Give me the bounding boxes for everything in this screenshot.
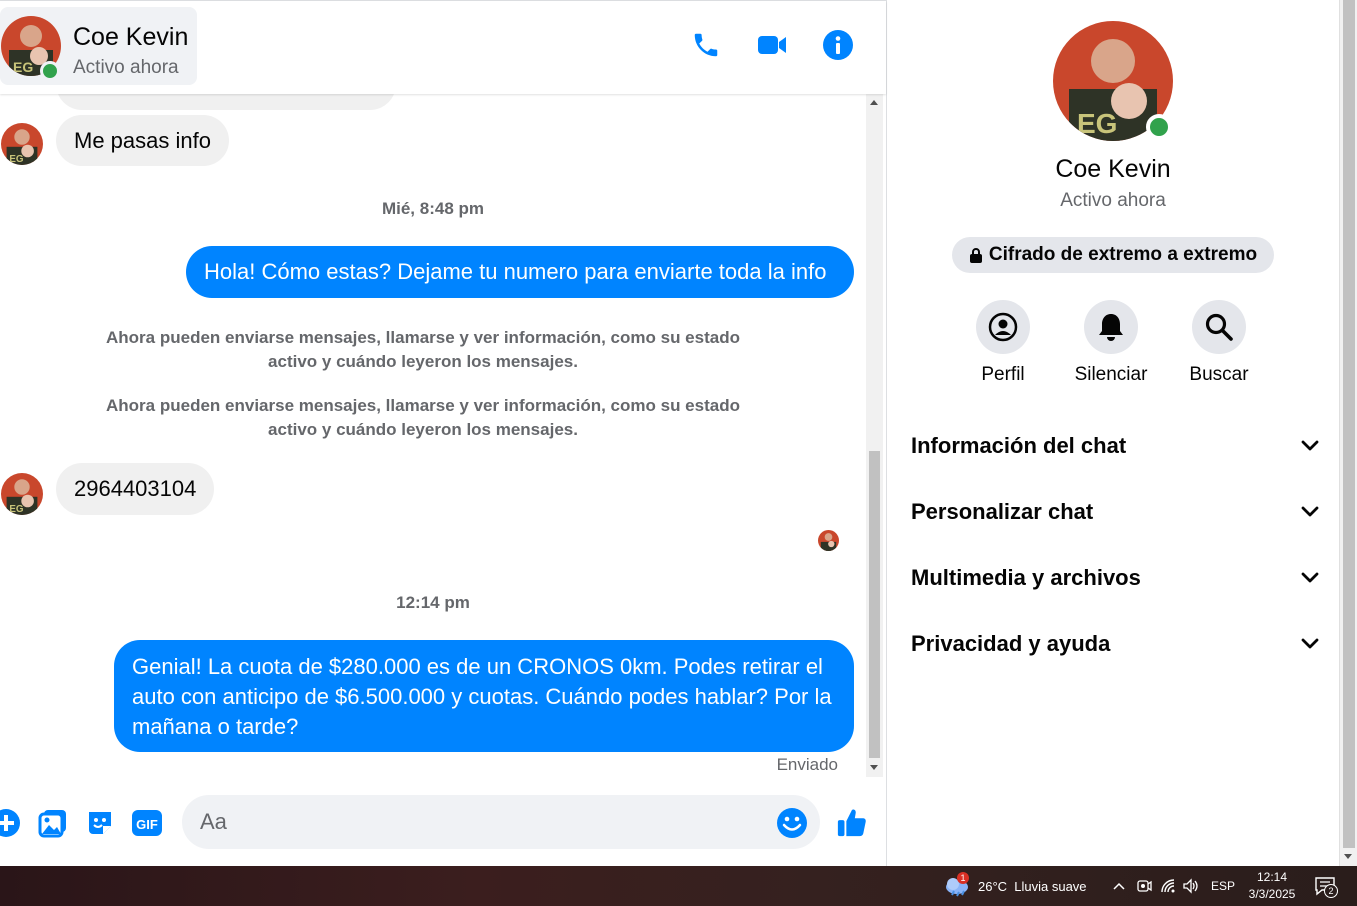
weather-text: 26°C Lluvia suave: [978, 878, 1087, 894]
svg-text:GIF: GIF: [136, 817, 158, 832]
scroll-down-arrow[interactable]: [870, 765, 878, 770]
message-scrollbar[interactable]: [866, 94, 883, 777]
meet-icon[interactable]: [1136, 866, 1152, 906]
section-label: Privacidad y ayuda: [911, 631, 1111, 656]
section-privacy-help[interactable]: Privacidad y ayuda: [911, 624, 1319, 664]
bell-icon: [1099, 314, 1123, 341]
weather-widget[interactable]: 1 26°C Lluvia suave: [944, 866, 1087, 906]
search-action-label: Buscar: [1189, 364, 1249, 385]
wifi-icon[interactable]: [1160, 866, 1178, 906]
gif-icon[interactable]: GIF: [131, 807, 163, 839]
message-list: EG Me pasas info Mié, 8:48 pm Hola! Cómo…: [0, 94, 866, 777]
sticker-icon[interactable]: [84, 807, 116, 839]
incoming-message[interactable]: 2964403104: [56, 463, 215, 515]
incoming-message[interactable]: Me pasas info: [56, 115, 229, 166]
timestamp: Mié, 8:48 pm: [381, 199, 485, 218]
outgoing-message[interactable]: Hola! Cómo estas? Dejame tu numero para …: [186, 246, 854, 298]
windows-taskbar: 1 26°C Lluvia suave ESP 12:14 3/3/2025 2: [0, 866, 1357, 906]
clock-time: 12:14: [1256, 870, 1288, 884]
svg-text:EG: EG: [9, 504, 24, 515]
chat-header: EG Coe Kevin Activo ahora: [0, 1, 886, 94]
system-notice: Ahora pueden enviarse mensajes, llamarse…: [106, 328, 740, 371]
volume-icon[interactable]: [1182, 866, 1200, 906]
section-label: Personalizar chat: [911, 499, 1094, 524]
video-call-icon[interactable]: [755, 28, 789, 62]
voice-call-icon[interactable]: [689, 28, 723, 62]
more-actions-icon[interactable]: [0, 807, 22, 839]
scroll-up-arrow[interactable]: [870, 100, 878, 105]
sent-status: Enviado: [776, 755, 838, 774]
chevron-down-icon: [1301, 440, 1319, 451]
photo-icon[interactable]: [37, 807, 69, 839]
like-icon[interactable]: [836, 807, 868, 839]
profile-action-button[interactable]: Perfil: [953, 300, 1053, 386]
composer: GIF: [0, 777, 886, 867]
language-indicator[interactable]: ESP: [1211, 866, 1235, 906]
timestamp: 12:14 pm: [396, 593, 470, 612]
panel-contact-status: Activo ahora: [1060, 190, 1166, 211]
section-label: Multimedia y archivos: [911, 565, 1141, 590]
header-profile-button[interactable]: EG Coe Kevin Activo ahora: [0, 7, 197, 85]
svg-text:EG: EG: [13, 59, 33, 75]
page-scroll-down-arrow[interactable]: [1344, 854, 1352, 859]
chat-info-panel: EG Coe Kevin Activo ahora Cifrado de ext…: [887, 0, 1339, 866]
profile-icon: [988, 312, 1018, 342]
page-scrollbar[interactable]: [1339, 0, 1357, 866]
message-avatar: EG: [1, 473, 43, 515]
search-icon: [1205, 313, 1233, 341]
clock[interactable]: 12:14 3/3/2025: [1246, 866, 1298, 906]
contact-status: Activo ahora: [73, 57, 179, 78]
system-notice: Ahora pueden enviarse mensajes, llamarse…: [106, 396, 740, 439]
panel-contact-name: Coe Kevin: [1055, 155, 1171, 183]
outgoing-message[interactable]: Genial! La cuota de $280.000 es de un CR…: [114, 640, 854, 752]
section-customize-chat[interactable]: Personalizar chat: [911, 492, 1319, 532]
svg-text:EG: EG: [9, 154, 24, 165]
online-indicator: [1146, 114, 1172, 140]
notifications-icon[interactable]: 2: [1314, 866, 1338, 906]
encryption-label: Cifrado de extremo a extremo: [988, 244, 1258, 265]
profile-action-label: Perfil: [981, 364, 1025, 385]
chevron-down-icon: [1301, 572, 1319, 583]
contact-name: Coe Kevin: [73, 23, 189, 51]
notifications-count: 2: [1324, 884, 1338, 898]
lock-icon: [969, 248, 982, 263]
svg-text:EG: EG: [1077, 108, 1117, 139]
search-action-button[interactable]: Buscar: [1169, 300, 1269, 386]
section-label: Información del chat: [911, 433, 1127, 458]
read-receipt-avatar: [818, 530, 839, 551]
info-icon[interactable]: [821, 28, 855, 62]
scroll-thumb[interactable]: [869, 451, 880, 758]
chat-window: EG Coe Kevin Activo ahora EG Me pasas in…: [0, 0, 886, 867]
section-media-files[interactable]: Multimedia y archivos: [911, 558, 1319, 598]
encryption-badge[interactable]: Cifrado de extremo a extremo: [952, 237, 1274, 273]
chevron-down-icon: [1301, 638, 1319, 649]
chevron-down-icon: [1301, 506, 1319, 517]
message-avatar: EG: [1, 123, 43, 165]
emoji-icon[interactable]: [776, 807, 808, 839]
mute-action-button[interactable]: Silenciar: [1061, 300, 1161, 386]
previous-message-bubble: [56, 94, 396, 110]
weather-alert-badge: 1: [957, 872, 969, 884]
online-indicator: [40, 61, 60, 81]
clock-date: 3/3/2025: [1248, 887, 1296, 901]
page-scroll-thumb[interactable]: [1343, 0, 1355, 848]
section-chat-info[interactable]: Información del chat: [911, 426, 1319, 466]
rain-cloud-icon: 1: [944, 872, 970, 897]
chevron-up-icon[interactable]: [1112, 866, 1126, 906]
message-input[interactable]: [182, 795, 820, 849]
mute-action-label: Silenciar: [1074, 364, 1148, 385]
